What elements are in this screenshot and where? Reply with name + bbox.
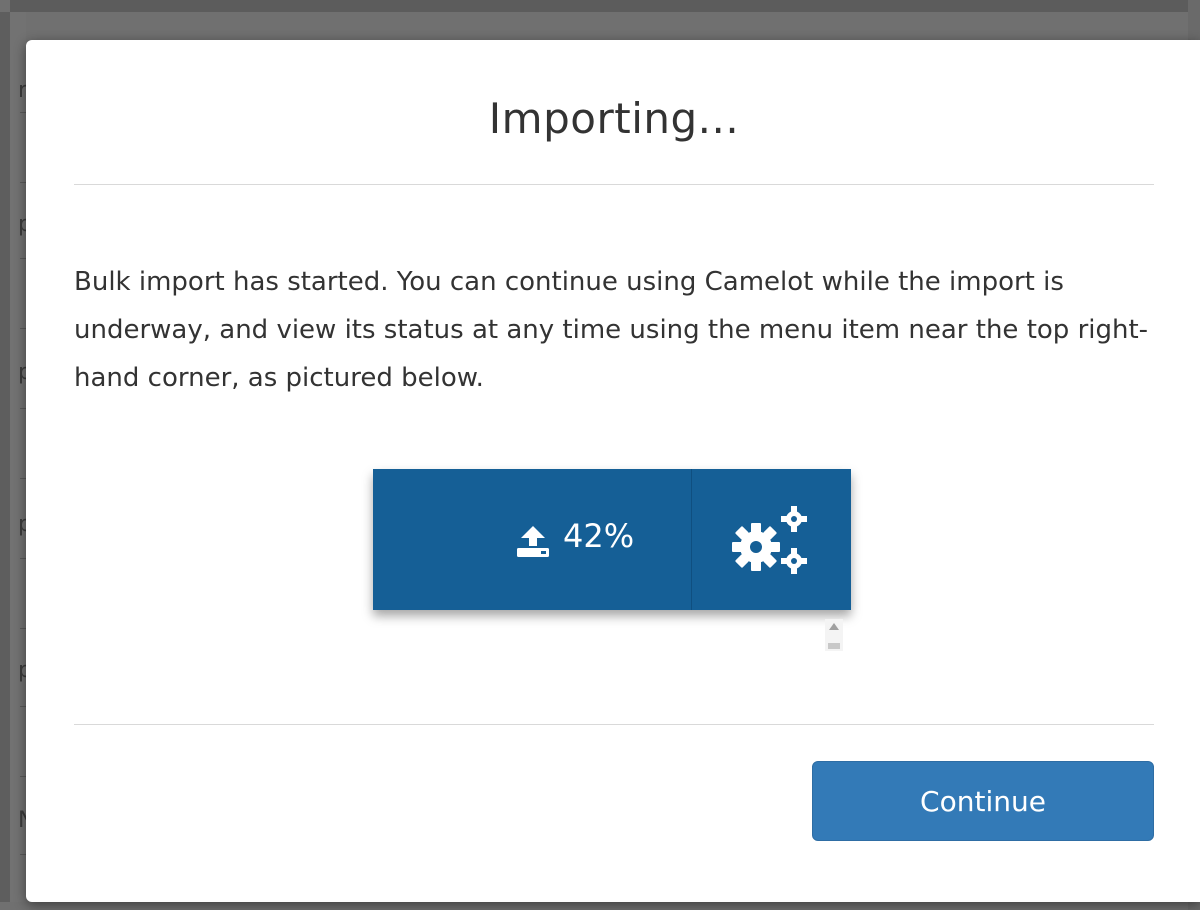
dialog-body: Bulk import has started. You can continu… xyxy=(74,185,1154,724)
dialog-title: Importing... xyxy=(488,94,740,143)
dialog-header: Importing... xyxy=(74,40,1154,185)
scrollbar-preview xyxy=(825,619,843,651)
continue-button[interactable]: Continue xyxy=(812,761,1154,841)
settings-menu-item xyxy=(692,469,851,610)
import-dialog: Importing... Bulk import has started. Yo… xyxy=(26,40,1200,902)
dialog-message: Bulk import has started. You can continu… xyxy=(74,267,1149,393)
background-topbar xyxy=(10,0,1190,12)
import-progress-text: 42% xyxy=(563,517,635,555)
dialog-footer: Continue xyxy=(74,724,1154,903)
menu-bar-preview: 42% xyxy=(373,469,851,610)
upload-icon xyxy=(517,526,549,557)
menu-illustration: 42% xyxy=(373,469,853,651)
cogs-icon xyxy=(732,506,807,574)
background-left-panel: r p p p p N xyxy=(0,12,36,902)
import-status-menu-item: 42% xyxy=(373,469,692,610)
